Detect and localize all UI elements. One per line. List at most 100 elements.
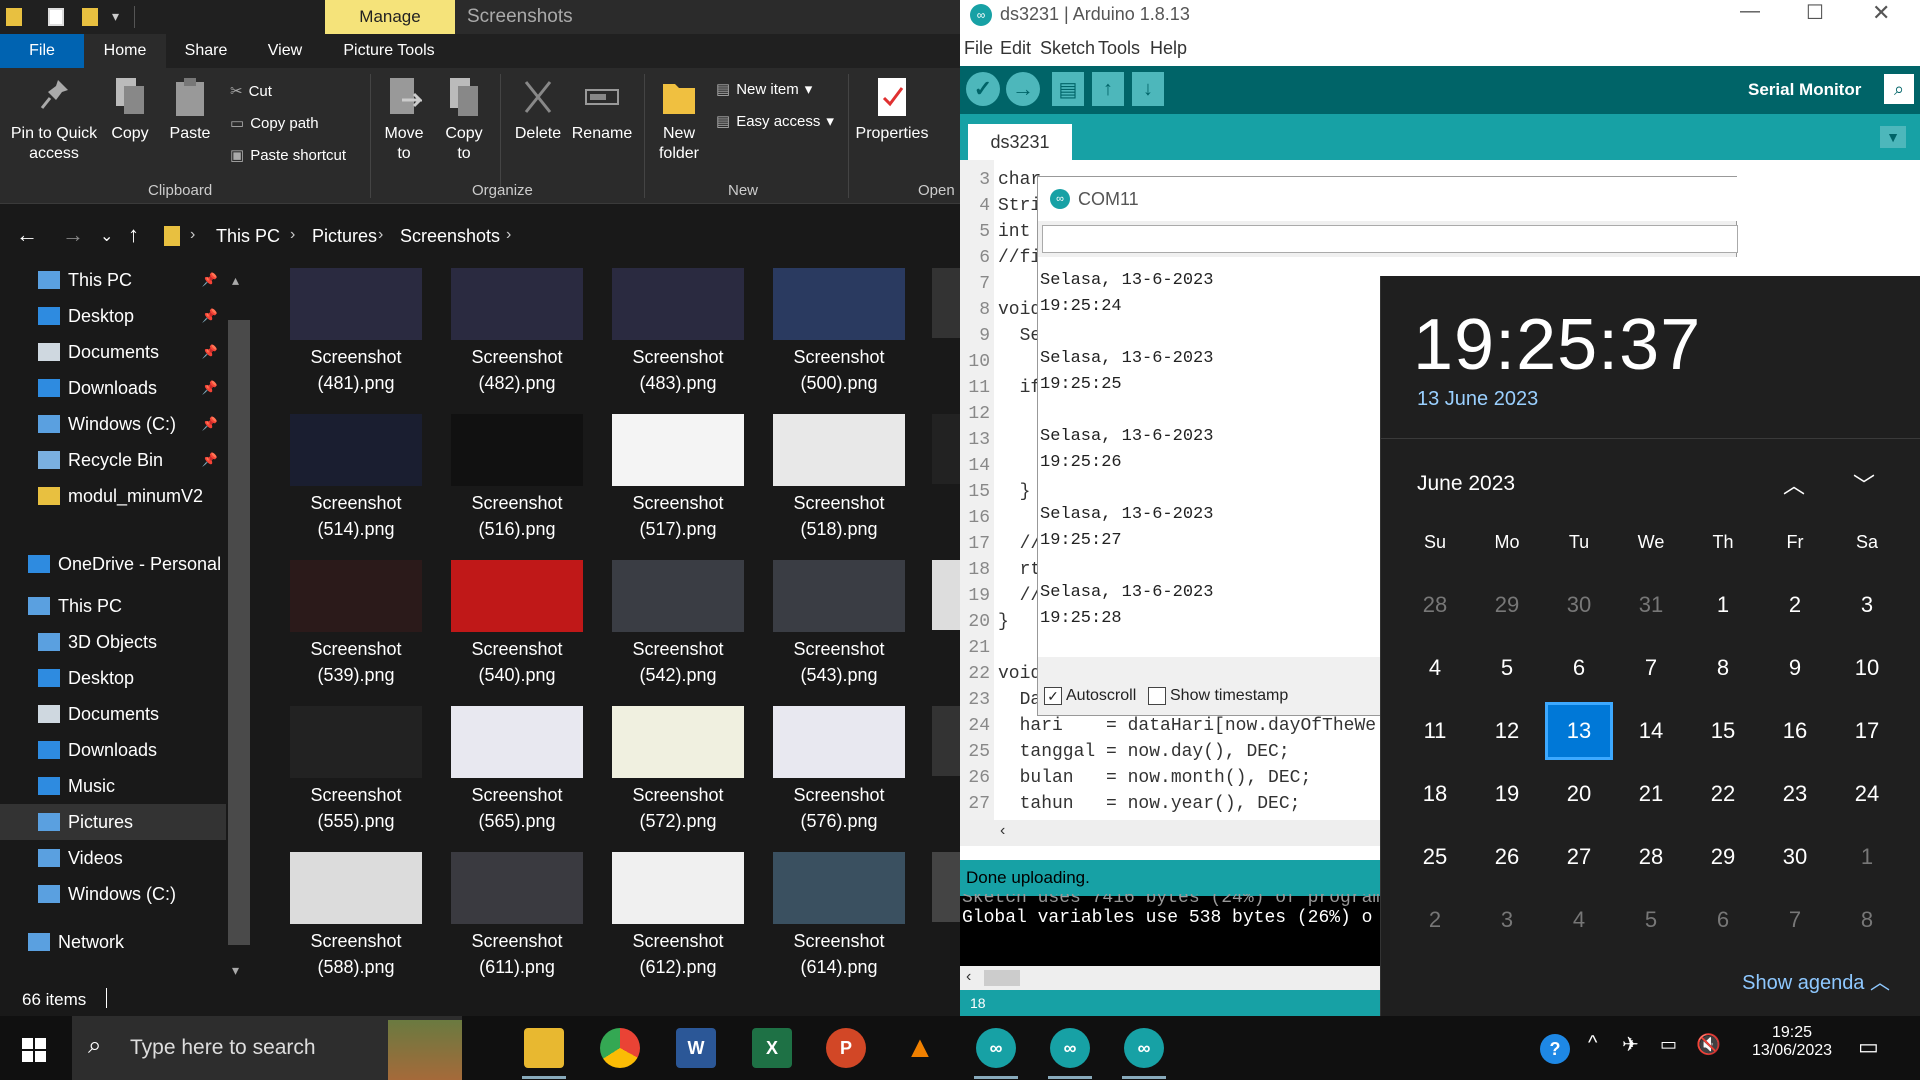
search-box[interactable]: ⌕ Type here to search bbox=[72, 1016, 462, 1080]
file-thumbnail[interactable] bbox=[451, 268, 583, 340]
paste-button[interactable]: Paste bbox=[164, 76, 216, 144]
calendar-day[interactable]: 5 bbox=[1473, 639, 1541, 697]
calendar-day[interactable]: 19 bbox=[1473, 765, 1541, 823]
nav-item[interactable]: modul_minumV2 bbox=[0, 478, 226, 514]
maximize-icon[interactable]: ☐ bbox=[1806, 0, 1824, 25]
paste-shortcut-button[interactable]: ▣ Paste shortcut bbox=[230, 146, 346, 165]
calendar-day[interactable]: 8 bbox=[1833, 891, 1901, 949]
calendar-day[interactable]: 8 bbox=[1689, 639, 1757, 697]
nav-item[interactable]: Desktop bbox=[0, 660, 226, 696]
chevron-right-icon[interactable]: › bbox=[506, 226, 511, 244]
calendar-day[interactable]: 24 bbox=[1833, 765, 1901, 823]
calendar-day[interactable]: 17 bbox=[1833, 702, 1901, 760]
pin-quick-access-button[interactable]: Pin to Quick access bbox=[6, 76, 102, 164]
file-label[interactable]: Screenshot (518).png bbox=[759, 490, 919, 542]
nav-item[interactable]: Music bbox=[0, 768, 226, 804]
file-label[interactable]: Screenshot (543).png bbox=[759, 636, 919, 688]
nav-item[interactable]: Videos bbox=[0, 840, 226, 876]
calendar-day[interactable]: 2 bbox=[1761, 576, 1829, 634]
calendar-day[interactable]: 27 bbox=[1545, 828, 1613, 886]
nav-item[interactable]: Desktop 📌 bbox=[0, 298, 226, 334]
menu-edit[interactable]: Edit bbox=[1000, 38, 1031, 59]
calendar-day[interactable]: 4 bbox=[1401, 639, 1469, 697]
file-label[interactable]: Screenshot (614).png bbox=[759, 928, 919, 980]
menu-help[interactable]: Help bbox=[1150, 38, 1187, 59]
new-item-button[interactable]: ▤ New item ▾ bbox=[716, 80, 812, 99]
calendar-day[interactable]: 18 bbox=[1401, 765, 1469, 823]
calendar-day[interactable]: 1 bbox=[1833, 828, 1901, 886]
file-thumbnail[interactable] bbox=[451, 414, 583, 486]
file-label[interactable]: Screenshot (611).png bbox=[437, 928, 597, 980]
scroll-thumb[interactable] bbox=[984, 970, 1020, 986]
copy-button[interactable]: Copy bbox=[104, 76, 156, 144]
file-label[interactable]: Screenshot (517).png bbox=[598, 490, 758, 542]
next-month-icon[interactable]: ﹀ bbox=[1853, 468, 1875, 500]
calendar-day[interactable]: 1 bbox=[1689, 576, 1757, 634]
breadcrumb-screenshots[interactable]: Screenshots bbox=[400, 226, 500, 247]
quick-access-dropdown-icon[interactable]: ▾ bbox=[112, 8, 119, 25]
open-sketch-icon[interactable]: ↑ bbox=[1092, 72, 1124, 106]
file-thumbnail[interactable] bbox=[612, 414, 744, 486]
file-thumbnail[interactable] bbox=[773, 268, 905, 340]
tab-file[interactable]: File bbox=[0, 34, 84, 68]
chrome-taskbar-icon[interactable] bbox=[600, 1028, 640, 1068]
nav-scrollbar-thumb[interactable] bbox=[228, 320, 250, 945]
file-label[interactable]: Screenshot (514).png bbox=[276, 490, 436, 542]
excel-taskbar-icon[interactable]: X bbox=[752, 1028, 792, 1068]
nav-item[interactable]: 3D Objects bbox=[0, 624, 226, 660]
file-thumbnail[interactable] bbox=[773, 560, 905, 632]
arduino-taskbar-icon[interactable]: ∞ bbox=[1050, 1028, 1090, 1068]
file-thumbnail[interactable] bbox=[451, 852, 583, 924]
calendar-day[interactable]: 13 bbox=[1545, 702, 1613, 760]
properties-quick-icon[interactable] bbox=[48, 8, 64, 26]
minimize-icon[interactable]: — bbox=[1740, 0, 1760, 23]
file-thumbnail[interactable] bbox=[290, 268, 422, 340]
file-thumbnail[interactable] bbox=[773, 706, 905, 778]
clock-date-link[interactable]: 13 June 2023 bbox=[1417, 388, 1538, 411]
file-label[interactable]: Screenshot (483).png bbox=[598, 344, 758, 396]
tab-view[interactable]: View bbox=[246, 34, 324, 68]
nav-item[interactable]: This PC bbox=[0, 588, 226, 624]
menu-sketch[interactable]: Sketch bbox=[1040, 38, 1095, 59]
file-thumbnail[interactable] bbox=[290, 706, 422, 778]
arduino-taskbar-icon[interactable]: ∞ bbox=[976, 1028, 1016, 1068]
file-thumbnail[interactable] bbox=[290, 414, 422, 486]
nav-item[interactable]: Windows (C:) 📌 bbox=[0, 406, 226, 442]
nav-item[interactable]: Pictures bbox=[0, 804, 226, 840]
windows-start-icon[interactable] bbox=[22, 1038, 46, 1062]
calendar-day[interactable]: 29 bbox=[1473, 576, 1541, 634]
calendar-day[interactable]: 25 bbox=[1401, 828, 1469, 886]
nav-item[interactable]: Documents 📌 bbox=[0, 334, 226, 370]
file-label[interactable]: Screenshot (516).png bbox=[437, 490, 597, 542]
rename-button[interactable]: Rename bbox=[570, 76, 634, 144]
file-label[interactable]: Screenshot (539).png bbox=[276, 636, 436, 688]
verify-check-icon[interactable]: ✓ bbox=[966, 72, 1000, 106]
back-arrow-icon[interactable]: ← bbox=[16, 222, 38, 248]
calendar-day[interactable]: 11 bbox=[1401, 702, 1469, 760]
file-explorer-taskbar-icon[interactable] bbox=[524, 1028, 564, 1068]
move-to-button[interactable]: Move to bbox=[378, 76, 430, 164]
calendar-day[interactable]: 30 bbox=[1761, 828, 1829, 886]
up-arrow-icon[interactable]: ↑ bbox=[128, 222, 139, 248]
file-thumbnail[interactable] bbox=[773, 414, 905, 486]
properties-button[interactable]: Properties bbox=[852, 76, 932, 144]
calendar-day[interactable]: 5 bbox=[1617, 891, 1685, 949]
airplane-icon[interactable]: ✈ bbox=[1622, 1032, 1639, 1057]
file-label[interactable]: Screenshot (572).png bbox=[598, 782, 758, 834]
copy-to-button[interactable]: Copy to bbox=[438, 76, 490, 164]
calendar-day[interactable]: 15 bbox=[1689, 702, 1757, 760]
help-icon[interactable]: ? bbox=[1540, 1034, 1570, 1064]
calendar-day[interactable]: 22 bbox=[1689, 765, 1757, 823]
close-icon[interactable]: ✕ bbox=[1872, 0, 1890, 26]
breadcrumb-this-pc[interactable]: This PC bbox=[216, 226, 280, 247]
tab-ds3231[interactable]: ds3231 bbox=[968, 124, 1072, 160]
scroll-left-icon[interactable]: ‹ bbox=[966, 968, 971, 986]
scroll-up-icon[interactable]: ▴ bbox=[232, 272, 239, 289]
easy-access-button[interactable]: ▤ Easy access ▾ bbox=[716, 112, 834, 131]
file-thumbnail[interactable] bbox=[612, 268, 744, 340]
calendar-day[interactable]: 6 bbox=[1689, 891, 1757, 949]
calendar-day[interactable]: 21 bbox=[1617, 765, 1685, 823]
new-folder-quick-icon[interactable] bbox=[82, 8, 98, 26]
menu-file[interactable]: File bbox=[964, 38, 993, 59]
file-label[interactable]: Screenshot (555).png bbox=[276, 782, 436, 834]
